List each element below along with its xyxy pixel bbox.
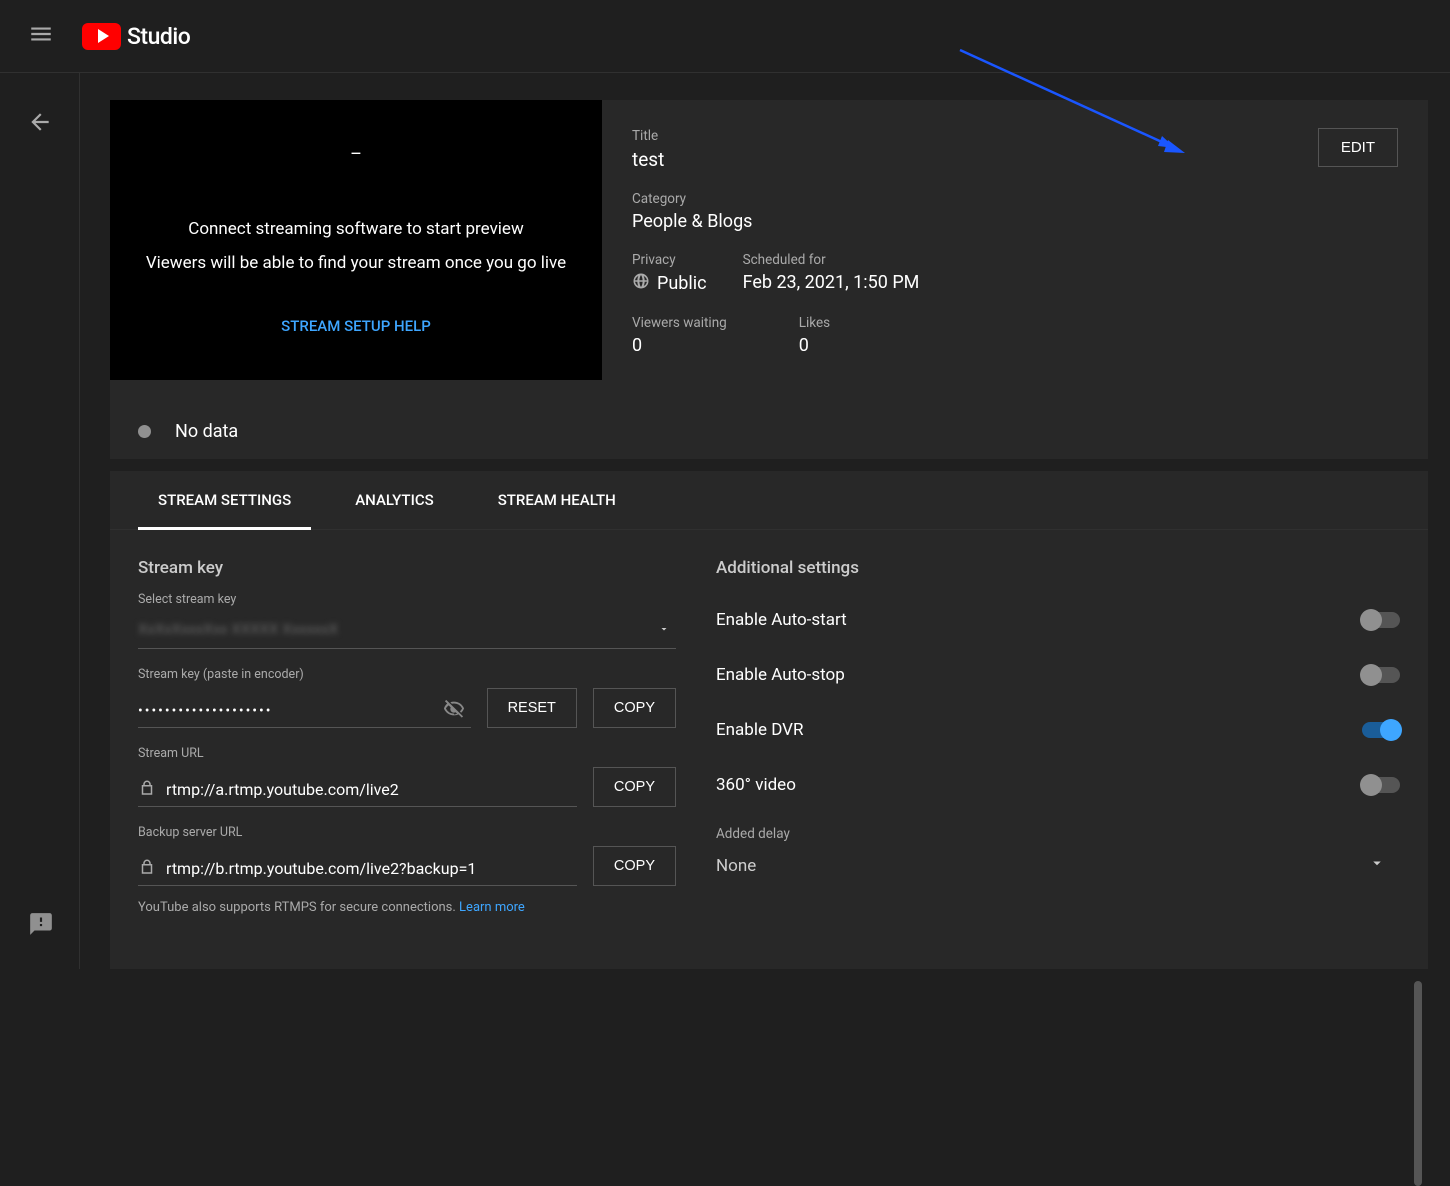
likes-label: Likes [799,315,830,331]
youtube-studio-logo[interactable]: Studio [82,23,190,50]
preview-placeholder-icon: – [350,144,362,165]
stream-setup-help-link[interactable]: STREAM SETUP HELP [281,317,431,335]
added-delay-select[interactable]: None [716,854,1400,877]
status-text: No data [175,421,238,442]
privacy-label: Privacy [632,252,707,268]
left-rail [0,73,80,969]
lock-icon [138,858,156,880]
privacy-value: Public [657,273,707,294]
360-video-toggle[interactable] [1362,777,1400,793]
select-stream-key-label: Select stream key [138,592,676,607]
chevron-down-icon [1368,854,1386,877]
youtube-play-icon [82,23,121,50]
auto-stop-label: Enable Auto-stop [716,665,845,685]
hamburger-menu-icon[interactable] [28,21,54,51]
stream-url-value: rtmp://a.rtmp.youtube.com/live2 [166,780,399,799]
stream-key-field-label: Stream key (paste in encoder) [138,667,676,682]
lock-icon [138,779,156,801]
settings-card: STREAM SETTINGS ANALYTICS STREAM HEALTH … [110,471,1428,969]
scheduled-value: Feb 23, 2021, 1:50 PM [743,272,920,293]
backup-url-input[interactable]: rtmp://b.rtmp.youtube.com/live2?backup=1 [138,852,577,886]
stream-url-input[interactable]: rtmp://a.rtmp.youtube.com/live2 [138,773,577,807]
stream-key-input[interactable]: •••••••••••••••••••• [138,694,471,728]
preview-box: – Connect streaming software to start pr… [110,100,602,380]
added-delay-label: Added delay [716,826,1400,842]
title-label: Title [632,128,1398,144]
rtmps-footnote: YouTube also supports RTMPS for secure c… [138,900,676,915]
360-video-label: 360° video [716,775,796,795]
additional-settings-heading: Additional settings [716,558,1400,578]
viewers-value: 0 [632,335,727,356]
dvr-label: Enable DVR [716,720,803,740]
stream-url-label: Stream URL [138,746,676,761]
visibility-toggle-icon[interactable] [443,698,465,724]
top-bar: Studio [0,0,1450,73]
preview-line1: Connect streaming software to start prev… [188,219,523,239]
category-label: Category [632,191,1398,207]
auto-stop-toggle[interactable] [1362,667,1400,683]
dvr-toggle[interactable] [1362,722,1400,738]
stream-key-masked: •••••••••••••••••••• [138,703,443,719]
copy-url-button[interactable]: COPY [593,767,676,807]
status-bar: No data [110,404,1428,459]
reset-button[interactable]: RESET [487,688,577,728]
tab-analytics[interactable]: ANALYTICS [335,471,453,529]
learn-more-link[interactable]: Learn more [459,900,525,915]
status-dot-icon [138,425,151,438]
stream-key-heading: Stream key [138,558,676,578]
stream-info-card: – Connect streaming software to start pr… [110,100,1428,459]
backup-url-value: rtmp://b.rtmp.youtube.com/live2?backup=1 [166,859,476,878]
auto-start-toggle[interactable] [1362,612,1400,628]
edit-button[interactable]: EDIT [1318,128,1398,167]
back-arrow-icon[interactable] [27,109,53,139]
additional-settings-section: Additional settings Enable Auto-start En… [716,558,1400,941]
caret-down-icon [658,620,670,639]
feedback-icon[interactable] [28,911,54,941]
likes-value: 0 [799,335,830,356]
stream-category: People & Blogs [632,211,1398,232]
backup-url-label: Backup server URL [138,825,676,840]
scheduled-label: Scheduled for [743,252,920,268]
copy-backup-button[interactable]: COPY [593,846,676,886]
globe-icon [632,272,650,295]
stream-key-select[interactable]: XxXxXxxxXxx XXXXX XxxxxxX [138,613,676,649]
logo-text: Studio [127,23,190,50]
preview-line2: Viewers will be able to find your stream… [146,253,566,273]
stream-key-section: Stream key Select stream key XxXxXxxxXxx… [138,558,676,941]
stream-metadata: Title test Category People & Blogs Priva… [602,100,1428,404]
stream-title: test [632,148,1398,171]
viewers-label: Viewers waiting [632,315,727,331]
scrollbar[interactable] [1414,981,1422,1186]
tab-bar: STREAM SETTINGS ANALYTICS STREAM HEALTH [110,471,1428,530]
content: – Connect streaming software to start pr… [110,100,1428,969]
tab-stream-health[interactable]: STREAM HEALTH [478,471,636,529]
stream-key-select-value: XxXxXxxxXxx XXXXX XxxxxxX [138,620,338,638]
copy-key-button[interactable]: COPY [593,688,676,728]
added-delay-value: None [716,856,756,876]
tab-stream-settings[interactable]: STREAM SETTINGS [138,471,311,529]
auto-start-label: Enable Auto-start [716,610,847,630]
